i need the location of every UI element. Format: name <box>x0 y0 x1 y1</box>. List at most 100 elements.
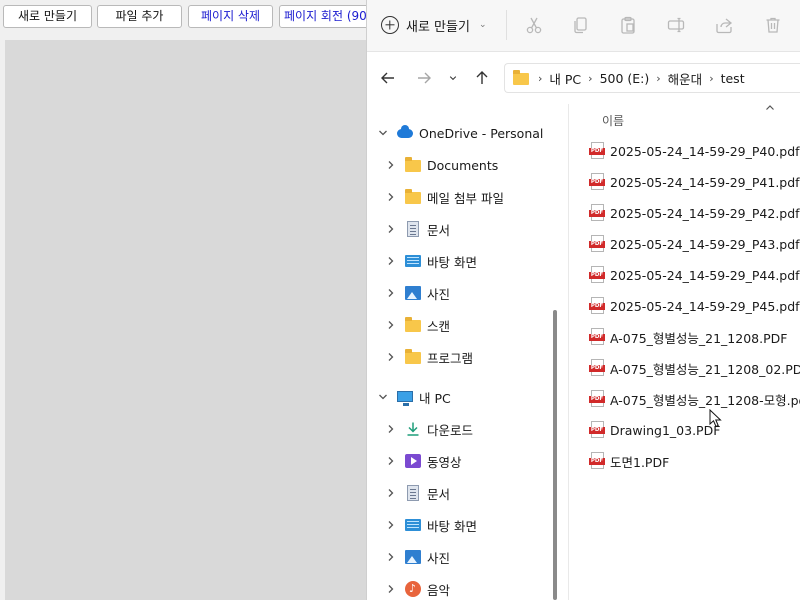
chevron-down-icon[interactable] <box>377 127 389 139</box>
nav-item-label: 문서 <box>427 222 451 238</box>
delete-icon[interactable] <box>763 15 783 35</box>
file-row[interactable]: PDF 2025-05-24_14-59-29_P42.pdf <box>589 201 800 225</box>
nav-item-programs[interactable]: 프로그램 <box>385 344 473 370</box>
nav-item-documents[interactable]: Documents <box>385 152 498 178</box>
chevron-right-icon[interactable] <box>385 519 397 531</box>
chevron-right-icon[interactable] <box>385 583 397 595</box>
mouse-pointer-icon <box>709 409 722 428</box>
nav-item-music[interactable]: 음악 <box>385 576 450 600</box>
address-field[interactable]: › 내 PC › 500 (E:) › 해운대 › test <box>504 63 800 93</box>
nav-item-videos[interactable]: 동영상 <box>385 448 462 474</box>
breadcrumb-drive[interactable]: 500 (E:) <box>600 71 650 86</box>
share-icon[interactable] <box>714 15 734 35</box>
nav-item-label: Documents <box>427 157 499 173</box>
file-row[interactable]: PDF 도면1.PDF <box>589 449 669 473</box>
nav-item-pc-pictures[interactable]: 사진 <box>385 544 450 570</box>
nav-item-onedrive-documents[interactable]: 문서 <box>385 216 450 242</box>
nav-item-scan[interactable]: 스캔 <box>385 312 450 338</box>
file-row[interactable]: PDF 2025-05-24_14-59-29_P41.pdf <box>589 170 800 194</box>
folder-icon <box>405 157 421 173</box>
chevron-right-icon[interactable] <box>385 159 397 171</box>
new-item-button[interactable]: 새로 만들기 ⌄ <box>381 12 486 38</box>
folder-icon <box>405 189 421 205</box>
navigation-scrollbar-thumb[interactable] <box>553 310 557 600</box>
breadcrumb-separator-icon: › <box>656 71 661 85</box>
breadcrumb-this-pc[interactable]: 내 PC <box>549 69 581 88</box>
sort-ascending-icon[interactable] <box>765 104 775 112</box>
chevron-down-icon: ⌄ <box>478 20 487 30</box>
file-list-pane: 이름 PDF 2025-05-24_14-59-29_P40.pdf PDF 2… <box>569 104 800 600</box>
file-row[interactable]: PDF Drawing1_03.PDF <box>589 418 720 442</box>
chevron-right-icon[interactable] <box>385 319 397 331</box>
file-row[interactable]: PDF A-075_형별성능_21_1208_02.PDF <box>589 356 800 380</box>
nav-item-this-pc[interactable]: 내 PC <box>377 384 451 410</box>
file-name: 2025-05-24_14-59-29_P44.pdf <box>610 267 800 283</box>
music-icon <box>405 581 421 597</box>
pdf-file-icon: PDF <box>589 390 605 408</box>
file-row[interactable]: PDF A-075_형별성능_21_1208.PDF <box>589 325 787 349</box>
paste-icon[interactable] <box>618 15 638 35</box>
chevron-down-icon[interactable] <box>377 391 389 403</box>
nav-item-onedrive-pictures[interactable]: 사진 <box>385 280 450 306</box>
new-item-label: 새로 만들기 <box>406 19 470 35</box>
file-row[interactable]: PDF 2025-05-24_14-59-29_P44.pdf <box>589 263 800 287</box>
onedrive-icon <box>397 125 413 141</box>
file-row[interactable]: PDF 2025-05-24_14-59-29_P40.pdf <box>589 139 800 163</box>
this-pc-icon <box>397 389 413 406</box>
rename-icon[interactable] <box>666 15 686 35</box>
chevron-right-icon[interactable] <box>385 423 397 435</box>
pdf-file-icon: PDF <box>589 359 605 377</box>
back-arrow-icon[interactable] <box>378 68 398 88</box>
chevron-right-icon[interactable] <box>385 351 397 363</box>
pdf-file-icon: PDF <box>589 421 605 439</box>
breadcrumb-current[interactable]: test <box>721 71 745 86</box>
nav-item-onedrive[interactable]: OneDrive - Personal <box>377 120 543 146</box>
cut-icon[interactable] <box>524 15 544 35</box>
nav-item-label: 바탕 화면 <box>427 254 477 270</box>
file-row[interactable]: PDF 2025-05-24_14-59-29_P43.pdf <box>589 232 800 256</box>
delete-page-button[interactable]: 페이지 삭제 <box>188 5 273 28</box>
document-canvas <box>5 40 370 600</box>
forward-arrow-icon[interactable] <box>414 68 434 88</box>
up-arrow-icon[interactable] <box>472 68 492 88</box>
chevron-right-icon[interactable] <box>385 255 397 267</box>
nav-item-label: 내 PC <box>419 390 451 406</box>
chevron-right-icon[interactable] <box>385 191 397 203</box>
breadcrumb-separator-icon: › <box>538 71 543 85</box>
nav-item-pc-documents[interactable]: 문서 <box>385 480 450 506</box>
nav-item-pc-desktop[interactable]: 바탕 화면 <box>385 512 477 538</box>
pdf-file-icon: PDF <box>589 235 605 253</box>
pdf-file-icon: PDF <box>589 204 605 222</box>
nav-item-downloads[interactable]: 다운로드 <box>385 416 473 442</box>
chevron-right-icon[interactable] <box>385 455 397 467</box>
nav-item-label: 문서 <box>427 486 451 502</box>
videos-icon <box>405 453 421 469</box>
navigation-pane: OneDrive - Personal Documents 메일 첨부 파일 문… <box>367 104 567 600</box>
file-row[interactable]: PDF A-075_형별성능_21_1208-모형.pdf <box>589 387 800 411</box>
copy-icon[interactable] <box>571 15 591 35</box>
pdf-file-icon: PDF <box>589 173 605 191</box>
add-file-button[interactable]: 파일 추가 <box>97 5 182 28</box>
chevron-right-icon[interactable] <box>385 487 397 499</box>
nav-item-onedrive-desktop[interactable]: 바탕 화면 <box>385 248 477 274</box>
nav-item-label: 동영상 <box>427 454 462 470</box>
chevron-right-icon[interactable] <box>385 287 397 299</box>
chevron-right-icon[interactable] <box>385 223 397 235</box>
desktop-icon <box>405 253 421 269</box>
file-name: Drawing1_03.PDF <box>610 422 721 438</box>
file-name: 2025-05-24_14-59-29_P45.pdf <box>610 298 800 314</box>
recent-locations-chevron-icon[interactable] <box>446 68 460 88</box>
file-row[interactable]: PDF 2025-05-24_14-59-29_P45.pdf <box>589 294 800 318</box>
new-document-button[interactable]: 새로 만들기 <box>3 5 92 28</box>
rotate-page-button[interactable]: 페이지 회전 (90 <box>279 5 370 28</box>
name-column-header[interactable]: 이름 <box>602 112 624 129</box>
document-icon <box>405 221 421 237</box>
nav-item-label: 사진 <box>427 550 451 566</box>
folder-icon <box>513 70 529 85</box>
chevron-right-icon[interactable] <box>385 551 397 563</box>
breadcrumb-folder[interactable]: 해운대 <box>668 69 703 88</box>
nav-item-label: 프로그램 <box>427 350 474 366</box>
file-name: 2025-05-24_14-59-29_P43.pdf <box>610 236 800 252</box>
nav-item-mail-attachments[interactable]: 메일 첨부 파일 <box>385 184 504 210</box>
nav-item-label: 사진 <box>427 286 451 302</box>
